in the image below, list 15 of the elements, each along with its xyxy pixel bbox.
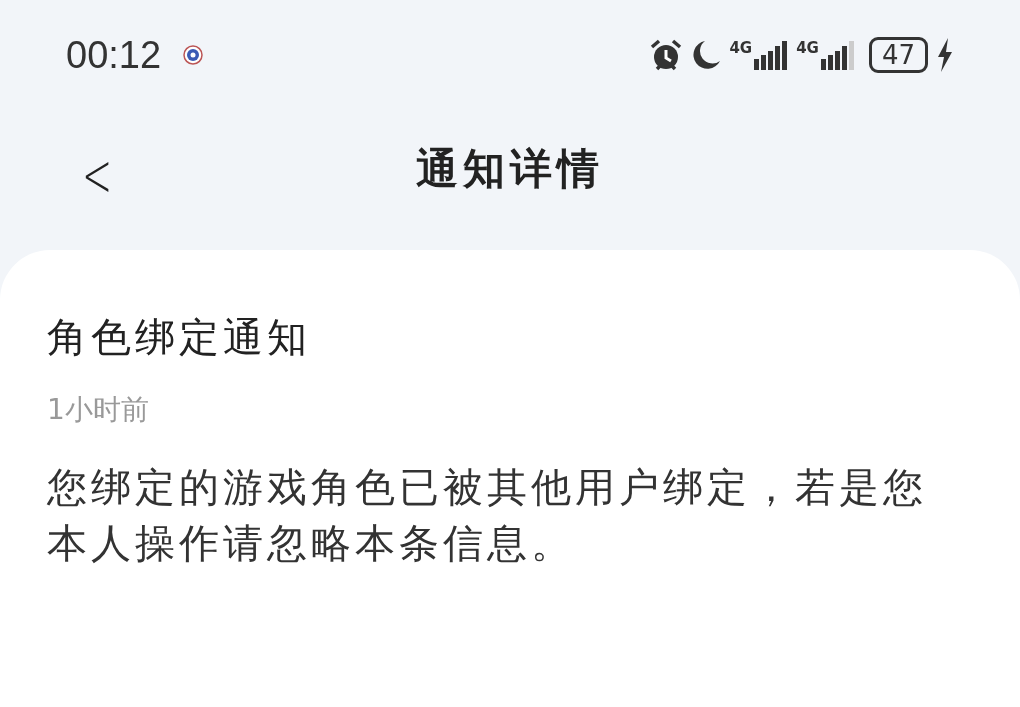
alarm-clock-icon xyxy=(649,38,684,72)
notification-time: 1小时前 xyxy=(47,392,150,428)
back-button[interactable]: < xyxy=(77,140,118,210)
network-type: 4G xyxy=(796,40,819,56)
signal-icon xyxy=(820,39,855,71)
status-time: 00:12 xyxy=(66,33,162,77)
page-title: 通知详情 xyxy=(416,143,604,195)
signal-icon xyxy=(754,39,789,71)
moon-icon xyxy=(691,39,722,71)
charging-icon xyxy=(936,38,954,72)
notification-body: 您绑定的游戏角色已被其他用户绑定，若是您本人操作请忽略本条信息。 xyxy=(47,463,928,568)
notification-title: 角色绑定通知 xyxy=(47,313,312,362)
app-notification-icon xyxy=(183,45,204,65)
battery-level: 47 xyxy=(868,37,928,73)
network-type: 4G xyxy=(729,40,753,56)
